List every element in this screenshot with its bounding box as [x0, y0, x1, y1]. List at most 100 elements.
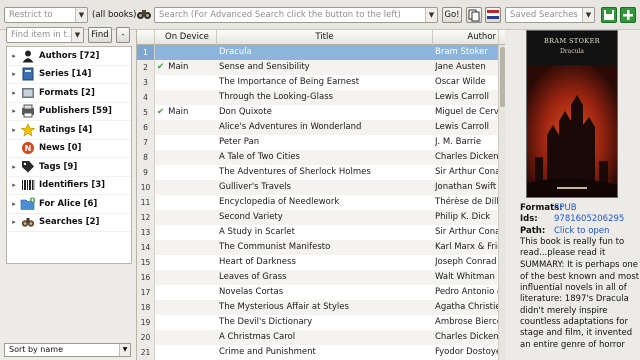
advanced-search-button[interactable]: [136, 7, 152, 23]
category-series[interactable]: ▸ Series [14]: [7, 66, 131, 84]
on-device-cell: [157, 195, 217, 210]
authors-icon: [19, 49, 36, 63]
book-cover[interactable]: BRAM STOKER Dracula: [526, 30, 618, 198]
restrict-to-placeholder: Restrict to: [9, 10, 53, 20]
category-publishers[interactable]: ▸ Publishers [59]: [7, 103, 131, 121]
category-for-alice[interactable]: ▸ For Alice [6]: [7, 195, 131, 214]
svg-text:N: N: [24, 144, 31, 153]
author-cell: Walt Whitman: [435, 272, 495, 282]
on-device-cell: [157, 240, 217, 255]
table-scrollbar[interactable]: [498, 45, 505, 360]
table-row[interactable]: 18 The Mysterious Affair at Styles Agatha …: [137, 300, 505, 315]
column-header-author[interactable]: Author: [433, 30, 499, 45]
expand-arrow-icon[interactable]: ▸: [9, 218, 19, 226]
binoculars-icon: [19, 215, 36, 229]
category-news[interactable]: N News [0]: [7, 140, 131, 158]
on-device-cell: [157, 255, 217, 270]
on-device-cell: [157, 330, 217, 345]
save-search-button[interactable]: [601, 7, 617, 23]
table-row[interactable]: 6 Alice's Adventures in Wonderland Lewis C…: [137, 120, 505, 135]
expand-arrow-icon[interactable]: ▸: [9, 163, 19, 171]
column-header-on-device[interactable]: On Device: [155, 30, 217, 45]
table-row[interactable]: 21 Crime and Punishment Fyodor Dostoyevsky: [137, 345, 505, 360]
category-authors[interactable]: ▸ Authors [72]: [7, 47, 131, 66]
on-device-cell: [157, 75, 217, 90]
table-row[interactable]: 2 ✔ Main Sense and Sensibility Jane Austen: [137, 60, 505, 75]
table-row[interactable]: 12 Second Variety Philip K. Dick: [137, 210, 505, 225]
row-number: 3: [137, 75, 155, 90]
find-item-input[interactable]: Find item in t... ▼: [6, 27, 84, 43]
table-row[interactable]: 9 The Adventures of Sherlock Holmes Sir Ar…: [137, 165, 505, 180]
table-row[interactable]: 19 The Devil's Dictionary Ambrose Bierce: [137, 315, 505, 330]
formats-row: Formats:EPUB: [520, 203, 640, 214]
author-cell: Jane Austen: [435, 62, 486, 72]
expand-arrow-icon[interactable]: ▸: [9, 107, 19, 115]
cover-header: BRAM STOKER Dracula: [527, 31, 617, 65]
collapse-button[interactable]: -: [116, 27, 130, 43]
row-number: 13: [137, 225, 155, 240]
expand-arrow-icon[interactable]: ▸: [9, 181, 19, 189]
table-row[interactable]: 11 Encyclopedia of Needlework Thérèse de D…: [137, 195, 505, 210]
title-cell: Crime and Punishment: [219, 347, 316, 357]
table-row[interactable]: 8 A Tale of Two Cities Charles Dickens: [137, 150, 505, 165]
table-row[interactable]: 14 The Communist Manifesto Karl Marx & Fri…: [137, 240, 505, 255]
table-row[interactable]: 10 Gulliver's Travels Jonathan Swift: [137, 180, 505, 195]
row-number: 5: [137, 105, 155, 120]
row-number: 15: [137, 255, 155, 270]
column-header-title[interactable]: Title: [217, 30, 433, 45]
expand-arrow-icon[interactable]: ▸: [9, 52, 19, 60]
add-search-button[interactable]: [620, 7, 636, 23]
row-number: 2: [137, 60, 155, 75]
title-cell: Second Variety: [219, 212, 283, 222]
title-cell: Encyclopedia of Needlework: [219, 197, 340, 207]
table-row[interactable]: 7 Peter Pan J. M. Barrie: [137, 135, 505, 150]
category-searches[interactable]: ▸ Searches [2]: [7, 214, 131, 232]
table-row[interactable]: 1 Dracula Bram Stoker: [137, 45, 505, 60]
category-ratings[interactable]: ▸ Ratings [4]: [7, 121, 131, 140]
row-number: 12: [137, 210, 155, 225]
category-identifiers[interactable]: ▸ Identifiers [3]: [7, 177, 131, 195]
isbn-link[interactable]: 9781605206295: [554, 214, 624, 224]
table-row[interactable]: 17 Novelas Cortas Pedro Antonio de Alarcón: [137, 285, 505, 300]
device-label: Main: [168, 107, 189, 117]
copy-search-button[interactable]: [466, 7, 482, 23]
expand-arrow-icon[interactable]: ▸: [9, 70, 19, 78]
open-path-link[interactable]: Click to open: [554, 226, 609, 236]
title-cell: Gulliver's Travels: [219, 182, 291, 192]
on-device-cell: [157, 150, 217, 165]
format-epub-link[interactable]: EPUB: [554, 203, 577, 213]
on-device-cell: [157, 45, 217, 60]
tags-icon: [19, 160, 36, 174]
category-formats[interactable]: ▸ Formats [2]: [7, 84, 131, 103]
table-row[interactable]: 15 Heart of Darkness Joseph Conrad: [137, 255, 505, 270]
author-cell: Jonathan Swift: [435, 182, 497, 192]
author-cell: Miguel de Cervantes: [435, 107, 501, 117]
search-input[interactable]: Search (For Advanced Search click the bu…: [154, 7, 438, 23]
expand-arrow-icon[interactable]: ▸: [9, 89, 19, 97]
on-device-cell: [157, 270, 217, 285]
sort-by-combo[interactable]: Sort by name ▼: [4, 343, 131, 357]
table-row[interactable]: 5✔MainDon QuixoteMiguel de Cervantes: [137, 105, 505, 120]
restrict-to-combo[interactable]: Restrict to ▼: [4, 7, 88, 23]
on-device-cell: [157, 225, 217, 240]
scrollbar-thumb[interactable]: [500, 47, 505, 107]
category-tags[interactable]: ▸ Tags [9]: [7, 158, 131, 177]
saved-searches-combo[interactable]: Saved Searches ▼: [505, 7, 595, 23]
author-cell: Philip K. Dick: [435, 212, 491, 222]
category-label: Authors [72]: [39, 50, 100, 61]
table-row[interactable]: 20 A Christmas Carol Charles Dickens: [137, 330, 505, 345]
table-row[interactable]: 13 A Study in Scarlet Sir Arthur Conan Doy…: [137, 225, 505, 240]
row-number: 6: [137, 120, 155, 135]
title-cell: Novelas Cortas: [219, 287, 284, 297]
highlight-toggle-button[interactable]: [485, 7, 501, 23]
author-cell: Sir Arthur Conan Doyle: [435, 227, 501, 237]
expand-arrow-icon[interactable]: ▸: [9, 200, 19, 208]
all-books-label: (all books): [92, 10, 137, 20]
formats-icon: [19, 86, 36, 100]
find-button[interactable]: Find: [88, 27, 112, 43]
go-button[interactable]: Go!: [442, 7, 462, 23]
table-row[interactable]: 3 The Importance of Being Earnest Oscar Wi…: [137, 75, 505, 90]
expand-arrow-icon[interactable]: ▸: [9, 126, 19, 134]
table-row[interactable]: 16 Leaves of Grass Walt Whitman: [137, 270, 505, 285]
table-row[interactable]: 4 Through the Looking-Glass Lewis Carroll: [137, 90, 505, 105]
